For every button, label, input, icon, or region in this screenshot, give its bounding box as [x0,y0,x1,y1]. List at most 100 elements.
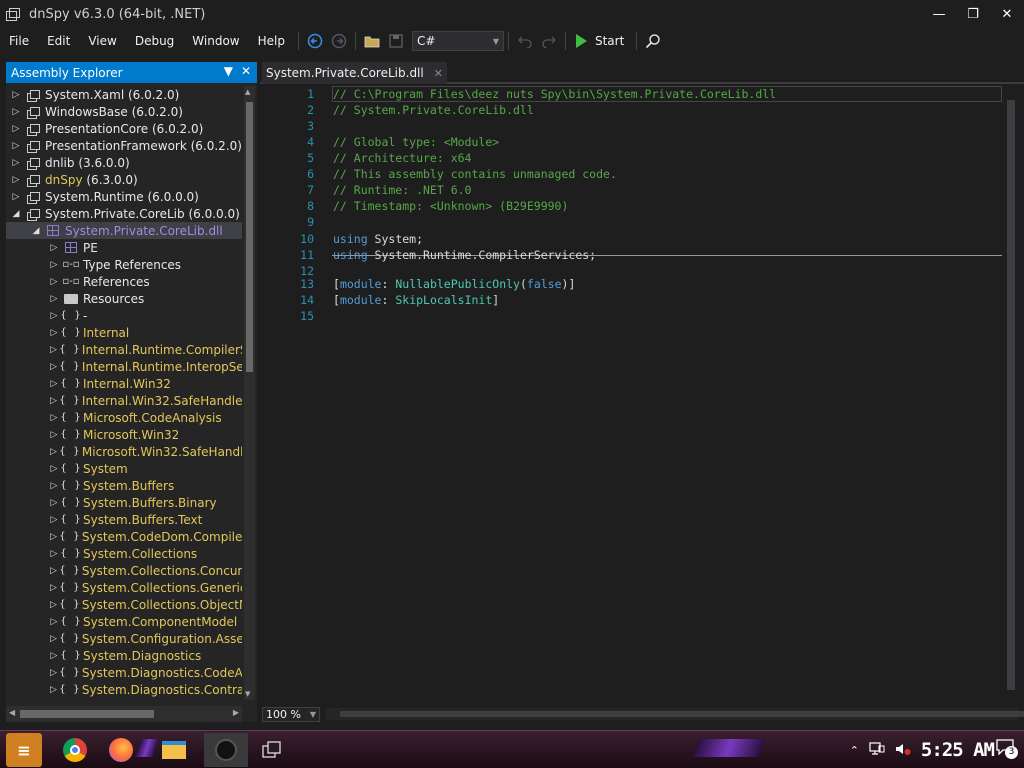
expand-arrow-icon[interactable]: ▷ [50,430,58,440]
file-explorer-icon[interactable] [156,733,192,767]
collapse-arrow-icon[interactable]: ◢ [32,226,40,236]
tree-node[interactable]: ▷{ } System.Buffers [6,477,242,494]
expand-arrow-icon[interactable]: ▷ [50,345,57,355]
minimize-button[interactable]: — [922,0,956,28]
expand-arrow-icon[interactable]: ▷ [50,668,57,678]
expand-arrow-icon[interactable]: ▷ [50,311,58,321]
scrollbar-thumb[interactable] [246,102,253,372]
code-editor[interactable]: 1 // C:\Program Files\deez nuts Spy\bin\S… [262,86,1002,706]
code-line[interactable]: 5 // Architecture: x64 [262,150,471,166]
tree-node[interactable]: ▷ Resources [6,290,242,307]
expand-arrow-icon[interactable]: ▷ [50,566,57,576]
tree-node[interactable]: ▷{ } System.Collections.Generic [6,579,242,596]
expand-arrow-icon[interactable]: ▷ [12,141,20,151]
expand-arrow-icon[interactable]: ▷ [50,600,57,610]
code-line[interactable]: 15 [262,308,333,324]
tree-node[interactable]: ◢ System.Private.CoreLib.dll [6,222,242,239]
code-line[interactable]: 1 // C:\Program Files\deez nuts Spy\bin\S… [262,86,776,102]
code-line[interactable]: 6 // This assembly contains unmanaged cod… [262,166,617,182]
tree-node[interactable]: ▷ PresentationFramework (6.0.2.0) [6,137,242,154]
tree-node[interactable]: ▷{ } Microsoft.Win32 [6,426,242,443]
code-line[interactable]: 10 using System; [262,231,423,247]
scroll-left-icon[interactable]: ◀ [9,708,15,717]
code-line[interactable]: 2 // System.Private.CoreLib.dll [262,102,534,118]
tree-node[interactable]: ▷{ } Internal.Runtime.InteropSer [6,358,242,375]
restore-button[interactable]: ❐ [956,0,990,28]
tree-node[interactable]: ▷{ } System.Collections [6,545,242,562]
expand-arrow-icon[interactable]: ▷ [50,583,57,593]
clock[interactable]: 5:25 AM [921,739,995,761]
language-select[interactable]: C# ▼ [411,31,504,51]
expand-arrow-icon[interactable]: ▷ [50,379,58,389]
start-debugging-button[interactable]: Start [575,34,624,48]
tree-node[interactable]: ◢ System.Private.CoreLib (6.0.0.0) [6,205,242,222]
panel-close-icon[interactable]: ✕ [241,64,251,78]
expand-arrow-icon[interactable]: ▷ [50,328,58,338]
expand-arrow-icon[interactable]: ▷ [50,634,57,644]
menu-view[interactable]: View [79,28,125,54]
expand-arrow-icon[interactable]: ▷ [50,617,58,627]
scroll-right-icon[interactable]: ▶ [233,708,239,717]
tree-node[interactable]: ▷{ } System.ComponentModel [6,613,242,630]
expand-arrow-icon[interactable]: ▷ [12,175,20,185]
tree-node[interactable]: ▷{ } System.Buffers.Binary [6,494,242,511]
firefox-icon[interactable] [104,733,138,767]
navigate-back-icon[interactable] [305,31,325,51]
tree-node[interactable]: ▷{ } Microsoft.Win32.SafeHandl [6,443,242,460]
dnspy-app-icon[interactable] [6,8,20,21]
tree-node[interactable]: ▷ System.Runtime (6.0.0.0) [6,188,242,205]
expand-arrow-icon[interactable]: ▷ [50,685,57,695]
tree-node[interactable]: ▷{ } Internal [6,324,242,341]
tree-node[interactable]: ▷{ } System.Diagnostics.Contrac [6,681,242,698]
expand-arrow-icon[interactable]: ▷ [50,532,57,542]
tree-node[interactable]: ▷ dnSpy (6.3.0.0) [6,171,242,188]
tree-vertical-scrollbar[interactable]: ▲ ▼ [244,86,255,700]
notification-center-icon[interactable]: 3 [996,739,1018,759]
menu-window[interactable]: Window [183,28,248,54]
menu-edit[interactable]: Edit [38,28,79,54]
undo-icon[interactable] [515,31,535,51]
search-icon[interactable] [643,31,663,51]
expand-arrow-icon[interactable]: ▷ [50,294,58,304]
tree-node[interactable]: ▷ WindowsBase (6.0.2.0) [6,103,242,120]
scroll-down-icon[interactable]: ▼ [245,690,250,698]
code-line[interactable]: 7 // Runtime: .NET 6.0 [262,182,471,198]
expand-arrow-icon[interactable]: ▷ [12,107,20,117]
scrollbar-thumb[interactable] [340,711,1024,717]
chrome-icon[interactable] [58,733,92,767]
expand-arrow-icon[interactable]: ▷ [50,549,58,559]
tree-node[interactable]: ▷{ } System.Configuration.Assem [6,630,242,647]
expand-arrow-icon[interactable]: ▷ [50,464,58,474]
code-line[interactable]: 4 // Global type: <Module> [262,134,499,150]
tree-node[interactable]: ▷ ▫-▫ Type References [6,256,242,273]
tree-node[interactable]: ▷ ▫-▫ References [6,273,242,290]
code-line[interactable]: 8 // Timestamp: <Unknown> (B29E9990) [262,198,568,214]
tree-node[interactable]: ▷{ } Internal.Win32 [6,375,242,392]
expand-arrow-icon[interactable]: ▷ [50,481,58,491]
zoom-select[interactable]: 100 % ▼ [262,706,320,722]
expand-arrow-icon[interactable]: ▷ [50,243,58,253]
editor-horizontal-scrollbar[interactable] [326,708,1024,720]
tree-node[interactable]: ▷{ } - [6,307,242,324]
tree-node[interactable]: ▷{ } System.CodeDom.Compiler [6,528,242,545]
menu-debug[interactable]: Debug [126,28,183,54]
tree-node[interactable]: ▷{ } System.Collections.Concurre [6,562,242,579]
network-icon[interactable] [869,741,885,759]
expand-arrow-icon[interactable]: ▷ [12,158,20,168]
expand-arrow-icon[interactable]: ▷ [50,651,58,661]
tree-node[interactable]: ▷{ } System.Diagnostics [6,647,242,664]
tree-node[interactable]: ▷ PresentationCore (6.0.2.0) [6,120,242,137]
expand-arrow-icon[interactable]: ▷ [12,90,20,100]
volume-muted-icon[interactable] [895,742,911,759]
expand-arrow-icon[interactable]: ▷ [50,498,58,508]
assembly-tree[interactable]: ▷ System.Xaml (6.0.2.0) ▷ WindowsBase (6.0.… [6,86,242,706]
scroll-up-icon[interactable]: ▲ [245,88,250,96]
editor-vertical-scrollbar[interactable] [1004,86,1018,706]
expand-arrow-icon[interactable]: ▷ [50,447,57,457]
expand-arrow-icon[interactable]: ▷ [50,396,57,406]
tree-node[interactable]: ▷ System.Xaml (6.0.2.0) [6,86,242,103]
navigate-forward-icon[interactable] [329,31,349,51]
menu-file[interactable]: File [0,28,38,54]
open-folder-icon[interactable] [362,31,382,51]
menu-help[interactable]: Help [249,28,294,54]
